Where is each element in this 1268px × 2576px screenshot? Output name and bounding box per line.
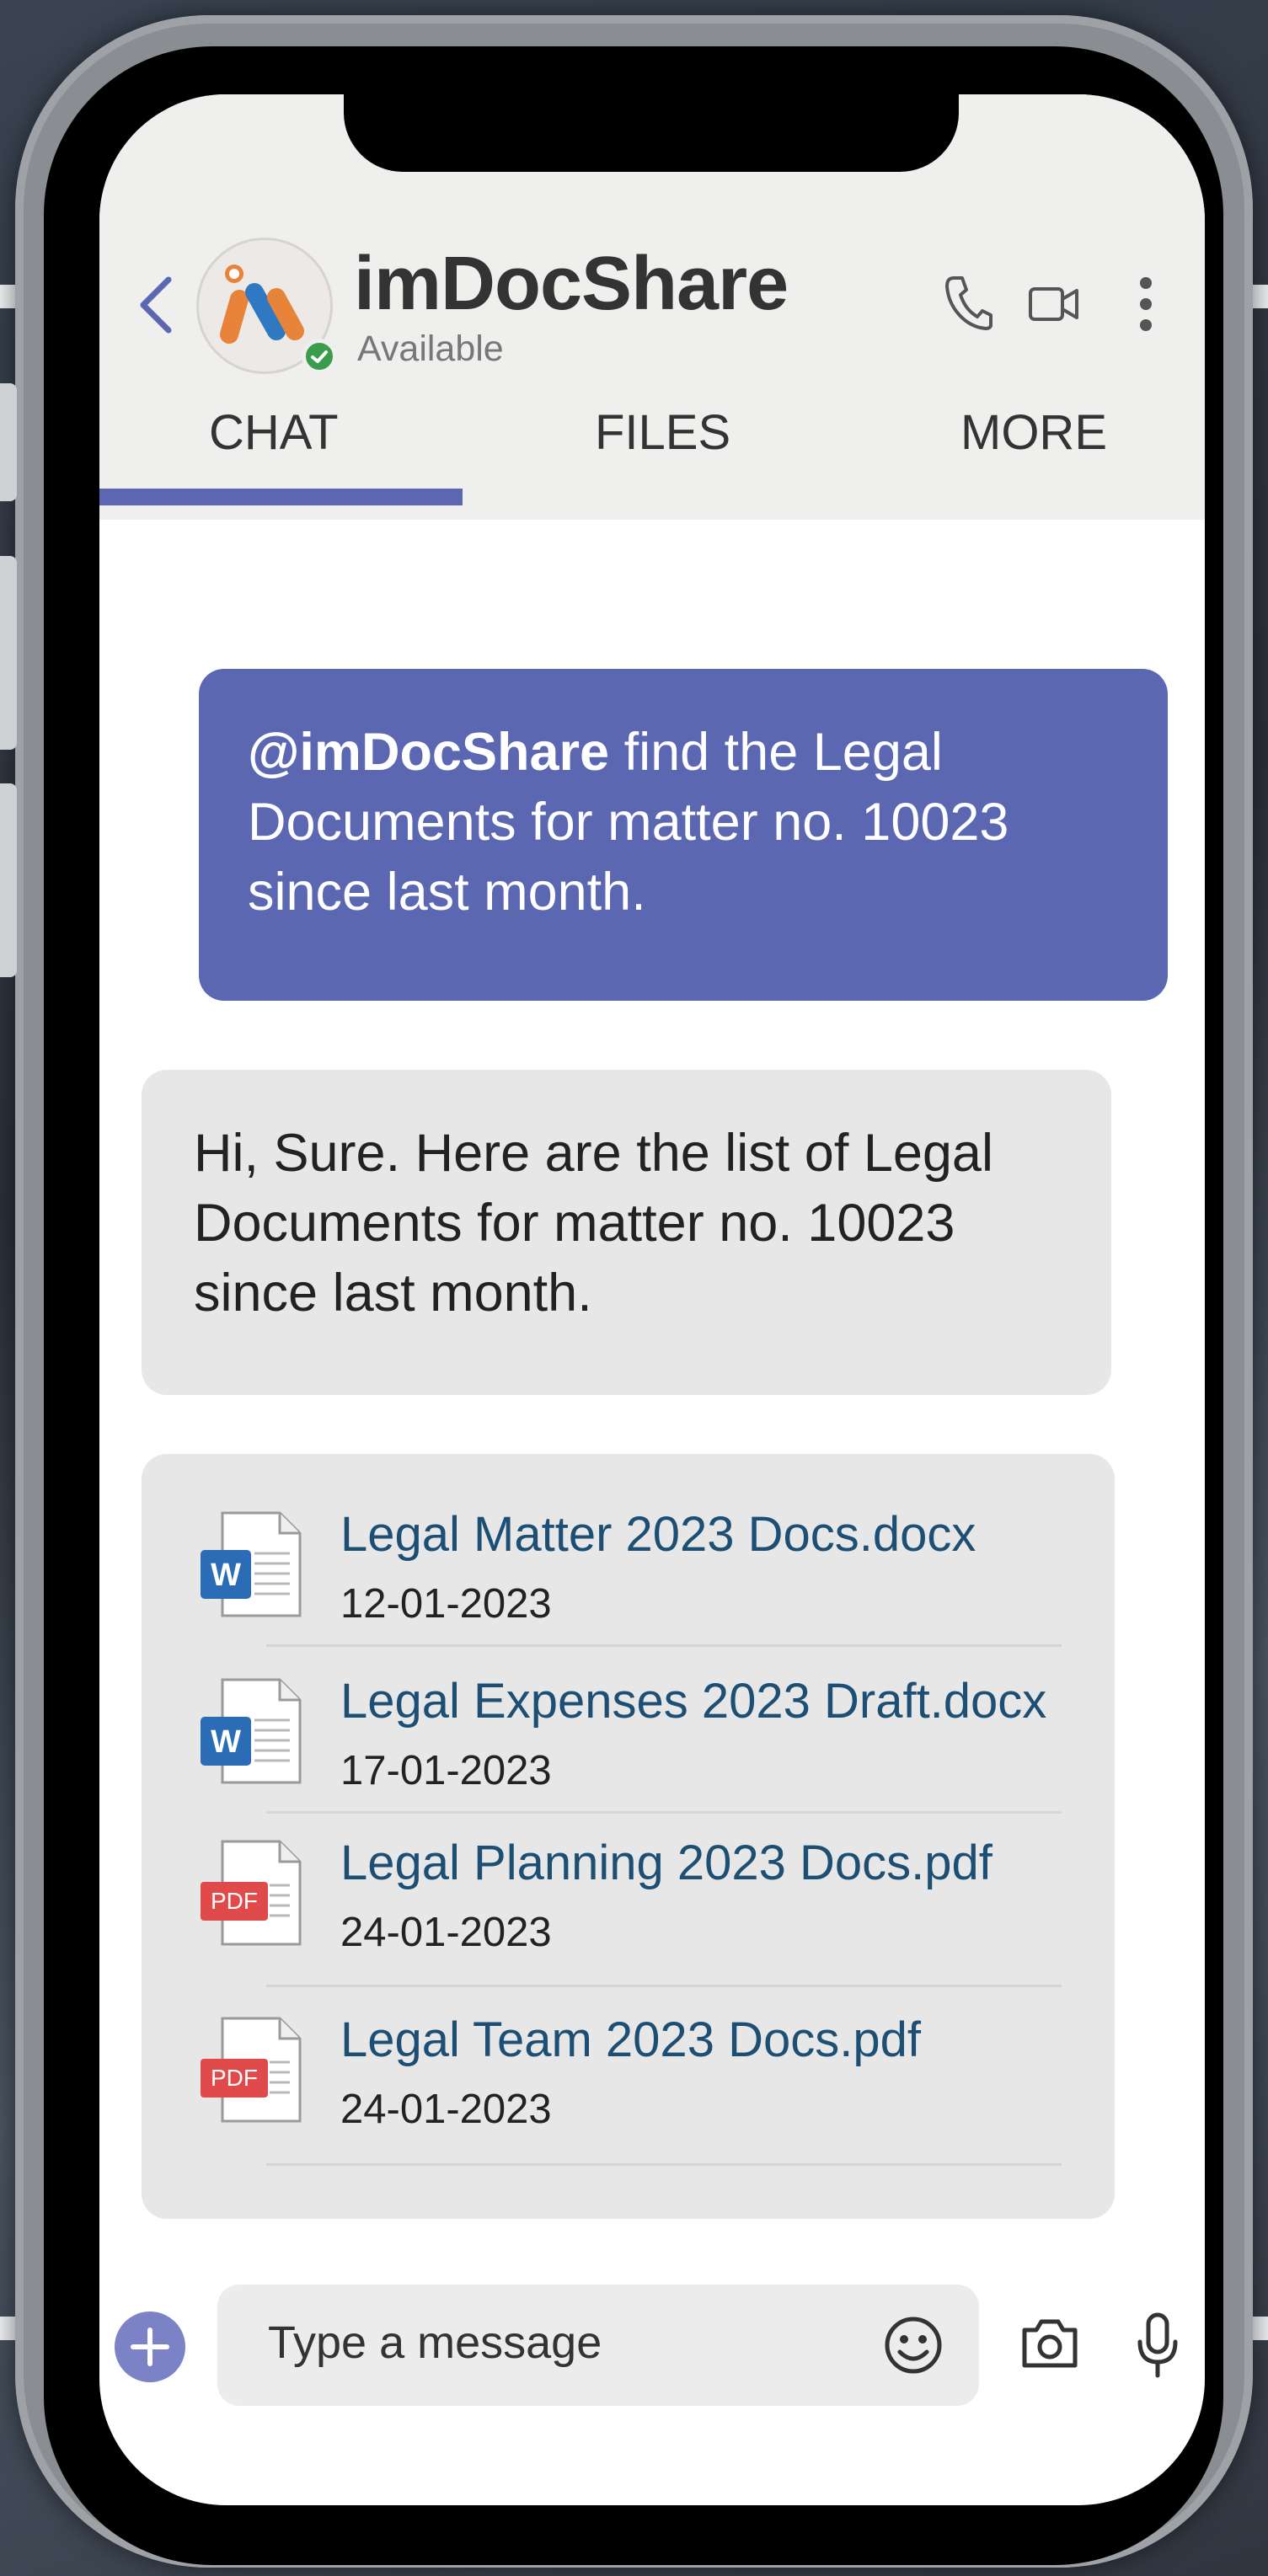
divider — [266, 2163, 1062, 2166]
file-name[interactable]: Legal Team 2023 Docs.pdf — [340, 2012, 921, 2068]
file-badge: W — [211, 1558, 241, 1593]
file-badge: PDF — [211, 2065, 258, 2091]
app-title: imDocShare — [354, 242, 789, 326]
side-button — [0, 383, 17, 501]
mention[interactable]: @imDocShare — [248, 723, 609, 782]
file-name[interactable]: Legal Matter 2023 Docs.docx — [340, 1506, 976, 1563]
microphone-icon[interactable] — [1136, 2311, 1180, 2379]
availability-status: Available — [357, 329, 504, 369]
camera-icon[interactable] — [1019, 2317, 1080, 2370]
back-arrow-icon[interactable] — [135, 275, 177, 335]
file-item[interactable]: W Legal Matter 2023 Docs.docx 12-01-2023 — [142, 1454, 1115, 1627]
presence-badge — [302, 339, 337, 374]
received-message-bubble: Hi, Sure. Here are the list of Legal Doc… — [142, 1070, 1111, 1395]
tab-more[interactable]: MORE — [960, 404, 1107, 461]
file-item[interactable]: PDF Legal Planning 2023 Docs.pdf 24-01-2… — [142, 1782, 1115, 1955]
file-date: 24-01-2023 — [340, 1910, 552, 1955]
phone-notch — [344, 94, 959, 172]
file-badge: W — [211, 1724, 241, 1760]
active-tab-indicator — [99, 489, 463, 505]
pdf-document-icon: PDF — [201, 2017, 302, 2123]
file-name[interactable]: Legal Expenses 2023 Draft.docx — [340, 1673, 1046, 1729]
check-icon — [311, 350, 328, 363]
phone-icon[interactable] — [944, 275, 992, 330]
file-item[interactable]: PDF Legal Team 2023 Docs.pdf 24-01-2023 — [142, 1959, 1115, 2132]
message-placeholder: Type a message — [268, 2317, 602, 2368]
tab-files[interactable]: FILES — [595, 404, 730, 461]
received-message-text: Hi, Sure. Here are the list of Legal Doc… — [194, 1124, 993, 1323]
side-button — [0, 556, 17, 750]
phone-screen: imDocShare Available CHAT FILES MORE @im… — [99, 94, 1205, 2505]
emoji-icon[interactable] — [883, 2315, 944, 2376]
word-document-icon: W — [201, 1678, 302, 1784]
side-button — [0, 783, 17, 977]
file-name[interactable]: Legal Planning 2023 Docs.pdf — [340, 1835, 992, 1891]
add-icon — [131, 2327, 169, 2366]
tab-chat[interactable]: CHAT — [209, 404, 339, 461]
video-icon[interactable] — [1028, 285, 1080, 323]
file-item[interactable]: W Legal Expenses 2023 Draft.docx 17-01-2… — [142, 1621, 1115, 1793]
file-badge: PDF — [211, 1888, 258, 1914]
sent-message-bubble: @imDocShare find the Legal Documents for… — [199, 669, 1168, 1001]
add-button[interactable] — [115, 2311, 185, 2382]
file-date: 24-01-2023 — [340, 2087, 552, 2132]
file-list-card: W Legal Matter 2023 Docs.docx 12-01-2023… — [142, 1454, 1115, 2219]
pdf-document-icon: PDF — [201, 1840, 302, 1946]
word-document-icon: W — [201, 1511, 302, 1617]
more-vertical-icon[interactable] — [1137, 276, 1154, 332]
message-input[interactable]: Type a message — [217, 2285, 979, 2406]
